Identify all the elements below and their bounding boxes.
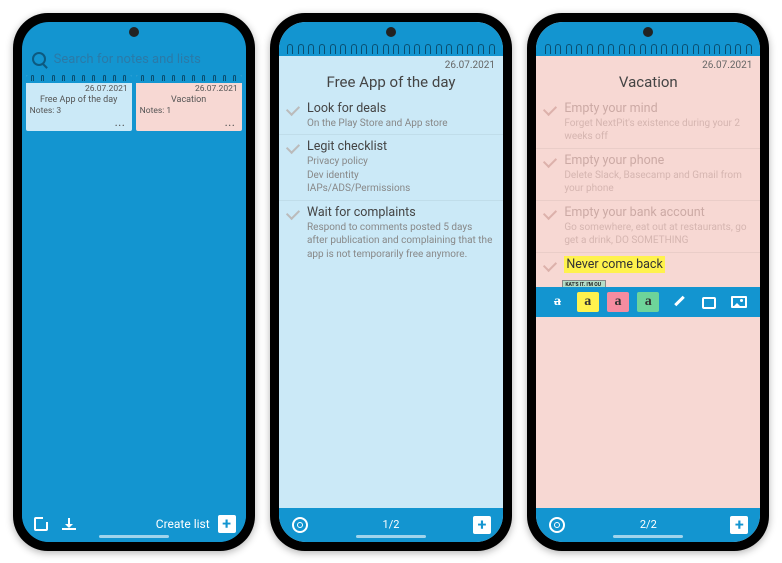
card-spiral	[26, 75, 132, 83]
card-menu-icon[interactable]: ...	[225, 119, 236, 129]
note-card-free-app[interactable]: 26.07.2021 Free App of the day Notes: 3 …	[26, 75, 132, 131]
note-date: 26.07.2021	[279, 56, 503, 73]
checklist-item[interactable]: Wait for complaints Respond to comments …	[279, 200, 503, 266]
item-title: Empty your mind	[564, 101, 750, 116]
home-bottom-bar: Create list +	[22, 506, 246, 542]
home-indicator	[356, 535, 426, 538]
check-icon[interactable]	[286, 140, 300, 154]
image-icon[interactable]	[728, 292, 750, 312]
item-title: Look for deals	[307, 101, 493, 116]
check-icon[interactable]	[286, 101, 300, 115]
camera-dot	[643, 27, 653, 37]
checklist-item-done[interactable]: Empty your mind Forget NextPit's existen…	[536, 97, 760, 148]
strikethrough-button[interactable]: a	[546, 292, 568, 312]
add-list-button[interactable]: +	[218, 515, 236, 533]
search-icon	[32, 52, 46, 66]
card-spiral	[136, 75, 242, 83]
card-menu-icon[interactable]: ...	[115, 119, 126, 129]
checklist: Empty your mind Forget NextPit's existen…	[536, 97, 760, 288]
item-title: Empty your bank account	[564, 205, 750, 220]
home-top: Search for notes and lists 26.07.2021 Fr…	[22, 22, 246, 131]
item-title: Legit checklist	[307, 139, 493, 154]
screen-note-pink: 26.07.2021 Vacation Empty your mind Forg…	[536, 22, 760, 542]
phone-frame-2: 26.07.2021 Free App of the day Look for …	[270, 13, 512, 551]
add-item-button[interactable]: +	[730, 516, 748, 534]
settings-icon[interactable]	[548, 516, 566, 534]
checklist-item-highlighted[interactable]: Never come back	[536, 252, 760, 276]
note-title: Free App of the day	[279, 73, 503, 97]
note-card-vacation[interactable]: 26.07.2021 Vacation Notes: 1 ...	[136, 75, 242, 131]
highlight-green-button[interactable]: a	[637, 292, 659, 312]
highlight-yellow-button[interactable]: a	[577, 292, 599, 312]
page-indicator: 1/2	[383, 518, 400, 531]
screen-home: Search for notes and lists 26.07.2021 Fr…	[22, 22, 246, 542]
add-item-button[interactable]: +	[473, 516, 491, 534]
item-sub: Privacy policy Dev identity IAPs/ADS/Per…	[307, 155, 493, 196]
note-title: Vacation	[536, 73, 760, 97]
check-icon[interactable]	[543, 153, 557, 167]
camera-dot	[129, 27, 139, 37]
settings-icon[interactable]	[291, 516, 309, 534]
phone-frame-1: Search for notes and lists 26.07.2021 Fr…	[13, 13, 255, 551]
item-title: Empty your phone	[564, 153, 750, 168]
card-count: Notes: 1	[136, 105, 242, 117]
tag-icon[interactable]	[698, 292, 720, 312]
note-bottom-bar: 1/2 +	[279, 508, 503, 542]
edit-icon[interactable]	[668, 292, 690, 312]
item-sub: Go somewhere, eat out at restaurants, go…	[564, 221, 750, 248]
create-list-label[interactable]: Create list	[156, 517, 210, 531]
screen-note-blue: 26.07.2021 Free App of the day Look for …	[279, 22, 503, 542]
home-indicator	[99, 535, 169, 538]
checklist-item-done[interactable]: Empty your phone Delete Slack, Basecamp …	[536, 148, 760, 200]
check-icon[interactable]	[286, 205, 300, 219]
format-toolbar: a a a a	[536, 287, 760, 317]
card-title: Free App of the day	[26, 95, 132, 105]
home-body-empty	[22, 131, 246, 506]
download-icon[interactable]	[60, 515, 78, 533]
card-count: Notes: 3	[26, 105, 132, 117]
item-sub: Delete Slack, Basecamp and Gmail from yo…	[564, 169, 750, 196]
item-sub: On the Play Store and App store	[307, 117, 493, 131]
note-card-row: 26.07.2021 Free App of the day Notes: 3 …	[22, 75, 246, 131]
item-title: Wait for complaints	[307, 205, 493, 220]
check-icon[interactable]	[543, 205, 557, 219]
attached-image[interactable]: KAT'S IT. I'M OU	[562, 280, 606, 288]
item-sub: Respond to comments posted 5 days after …	[307, 221, 493, 262]
meme-caption: KAT'S IT. I'M OU	[565, 282, 601, 288]
check-icon[interactable]	[543, 101, 557, 115]
checklist-item[interactable]: Legit checklist Privacy policy Dev ident…	[279, 134, 503, 200]
highlight-pink-button[interactable]: a	[607, 292, 629, 312]
item-title: Never come back	[564, 256, 664, 273]
card-date: 26.07.2021	[136, 83, 242, 95]
checklist-item-done[interactable]: Empty your bank account Go somewhere, ea…	[536, 200, 760, 252]
note-body-empty	[536, 317, 760, 508]
check-icon[interactable]	[543, 257, 557, 271]
item-sub: Forget NextPit's existence during your 2…	[564, 117, 750, 144]
search-placeholder: Search for notes and lists	[54, 52, 201, 67]
checklist: Look for deals On the Play Store and App…	[279, 97, 503, 508]
card-date: 26.07.2021	[26, 83, 132, 95]
phone-frame-3: 26.07.2021 Vacation Empty your mind Forg…	[527, 13, 769, 551]
search-bar[interactable]: Search for notes and lists	[22, 48, 246, 75]
card-title: Vacation	[136, 95, 242, 105]
camera-dot	[386, 27, 396, 37]
checklist-item[interactable]: Look for deals On the Play Store and App…	[279, 97, 503, 135]
page-indicator: 2/2	[640, 518, 657, 531]
note-date: 26.07.2021	[536, 56, 760, 73]
save-icon[interactable]	[32, 515, 50, 533]
home-indicator	[613, 535, 683, 538]
note-bottom-bar: 2/2 +	[536, 508, 760, 542]
